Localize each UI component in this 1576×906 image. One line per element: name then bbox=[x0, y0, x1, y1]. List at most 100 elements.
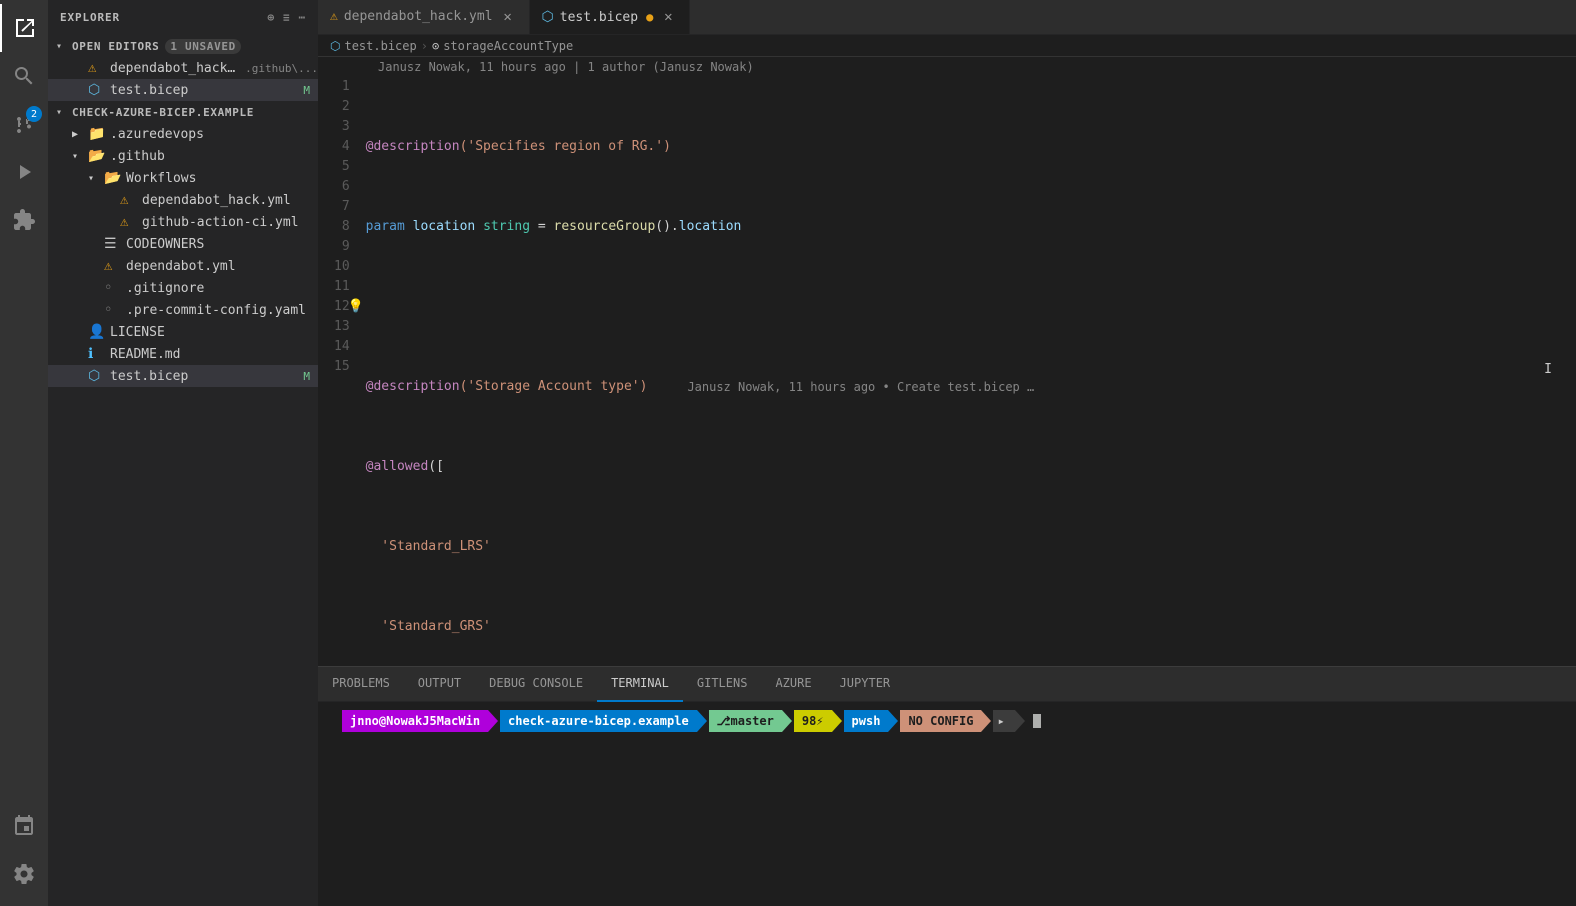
dependabot-label: dependabot.yml bbox=[126, 259, 236, 274]
code-container: 1 2 3 4 5 6 7 8 9 10 11 12 13 14 15 bbox=[318, 77, 1576, 666]
workflows-folder[interactable]: ▾ 📂 Workflows bbox=[48, 167, 318, 189]
tab-testbicep-label: test.bicep bbox=[560, 10, 638, 25]
close-dependabot-tab[interactable]: ✕ bbox=[499, 8, 517, 26]
license-file[interactable]: 👤 LICENSE bbox=[48, 321, 318, 343]
bicep-file-icon-small: ⬡ bbox=[88, 82, 106, 98]
prompt-num: 98⚡ bbox=[794, 710, 832, 732]
editor-content[interactable]: Janusz Nowak, 11 hours ago | 1 author (J… bbox=[318, 57, 1576, 666]
code-line-6: 'Standard_LRS' bbox=[366, 537, 1576, 557]
github-action-file[interactable]: ⚠ github-action-ci.yml bbox=[48, 211, 318, 233]
breadcrumb-symbol[interactable]: storageAccountType bbox=[443, 39, 573, 53]
tab-dependabot[interactable]: ⚠ dependabot_hack.yml ✕ bbox=[318, 0, 530, 34]
check-azure-arrow: ▾ bbox=[56, 107, 72, 118]
terminal-content[interactable]: jnno@NowakJ5MacWin check-azure-bicep.exa… bbox=[318, 702, 1576, 906]
gitignore-label: .gitignore bbox=[126, 281, 204, 296]
code-line-7: 'Standard_GRS' bbox=[366, 617, 1576, 637]
explorer-activity-icon[interactable] bbox=[0, 4, 48, 52]
folder-icon-workflows: 📂 bbox=[104, 170, 122, 186]
azuredevops-folder[interactable]: ▶ 📁 .azuredevops bbox=[48, 123, 318, 145]
prompt-dir: check-azure-bicep.example bbox=[500, 710, 697, 732]
testbicep-label: test.bicep bbox=[110, 369, 188, 384]
new-file-icon[interactable]: ⊕ bbox=[267, 11, 275, 24]
tab-gitlens[interactable]: GITLENS bbox=[683, 667, 762, 702]
terminal-prompt: jnno@NowakJ5MacWin check-azure-bicep.exa… bbox=[330, 710, 1564, 732]
tab-jupyter[interactable]: JUPYTER bbox=[826, 667, 905, 702]
prompt-user: jnno@NowakJ5MacWin bbox=[342, 710, 488, 732]
workflows-label: Workflows bbox=[126, 171, 196, 186]
open-editors-badge: 1 unsaved bbox=[165, 39, 241, 54]
panel-tabs: PROBLEMS OUTPUT DEBUG CONSOLE TERMINAL G… bbox=[318, 667, 1576, 702]
tab-dependabot-label: dependabot_hack.yml bbox=[344, 9, 493, 24]
more-icon[interactable]: ⋯ bbox=[298, 11, 306, 24]
tab-warning-icon: ⚠ bbox=[330, 9, 338, 24]
dependabot-file[interactable]: ⚠ dependabot.yml bbox=[48, 255, 318, 277]
source-control-badge: 2 bbox=[26, 106, 42, 122]
remote-activity-icon[interactable] bbox=[0, 802, 48, 850]
codeowners-file[interactable]: ☰ CODEOWNERS bbox=[48, 233, 318, 255]
tab-problems[interactable]: PROBLEMS bbox=[318, 667, 404, 702]
settings-activity-icon[interactable] bbox=[0, 850, 48, 898]
open-editors-label: Open Editors bbox=[72, 40, 159, 53]
prompt-noconfig: NO CONFIG bbox=[900, 710, 981, 732]
github-folder[interactable]: ▾ 📂 .github bbox=[48, 145, 318, 167]
modified-indicator: ● bbox=[646, 10, 653, 24]
terminal-cursor bbox=[1033, 714, 1041, 728]
code-line-4: @description('Storage Account type')Janu… bbox=[366, 377, 1576, 397]
prompt-end: ▸ bbox=[993, 710, 1015, 732]
lightbulb-icon[interactable]: 💡 bbox=[348, 297, 364, 317]
github-arrow: ▾ bbox=[72, 151, 88, 162]
git-icon: ◦ bbox=[104, 280, 122, 296]
open-editor-testbicep-label: test.bicep bbox=[110, 83, 188, 98]
azuredevops-arrow: ▶ bbox=[72, 129, 88, 140]
readme-file[interactable]: ℹ README.md bbox=[48, 343, 318, 365]
tab-testbicep[interactable]: ⬡ test.bicep ● ✕ bbox=[530, 0, 691, 34]
line-numbers: 1 2 3 4 5 6 7 8 9 10 11 12 13 14 15 bbox=[318, 77, 362, 666]
source-control-activity-icon[interactable]: 2 bbox=[0, 100, 48, 148]
modified-badge-small: M bbox=[303, 84, 310, 97]
check-azure-label: CHECK-AZURE-BICEP.EXAMPLE bbox=[72, 106, 254, 119]
code-line-5: @allowed([ bbox=[366, 457, 1576, 477]
extensions-activity-icon[interactable] bbox=[0, 196, 48, 244]
check-azure-section[interactable]: ▾ CHECK-AZURE-BICEP.EXAMPLE bbox=[48, 101, 318, 123]
search-activity-icon[interactable] bbox=[0, 52, 48, 100]
collapse-icon[interactable]: ≡ bbox=[283, 11, 291, 24]
tab-output[interactable]: OUTPUT bbox=[404, 667, 475, 702]
warning-icon-action: ⚠ bbox=[120, 214, 138, 230]
readme-label: README.md bbox=[110, 347, 180, 362]
testbicep-file[interactable]: ⬡ test.bicep M bbox=[48, 365, 318, 387]
activity-bar: 2 bbox=[0, 0, 48, 906]
config-icon: ◦ bbox=[104, 302, 122, 318]
open-editor-dependabot[interactable]: ⚠ dependabot_hack.yml .github\... bbox=[48, 57, 318, 79]
open-editor-dependabot-label: dependabot_hack.yml bbox=[110, 61, 241, 76]
modified-badge: M bbox=[303, 370, 310, 383]
open-editor-path: .github\... bbox=[245, 62, 318, 75]
folder-icon-github: 📂 bbox=[88, 148, 106, 164]
precommit-file[interactable]: ◦ .pre-commit-config.yaml bbox=[48, 299, 318, 321]
prompt-pwsh: pwsh bbox=[844, 710, 889, 732]
prompt-branch: ⎇master bbox=[709, 710, 782, 732]
tab-terminal[interactable]: TERMINAL bbox=[597, 667, 683, 702]
dependabot-hack-label: dependabot_hack.yml bbox=[142, 193, 291, 208]
open-editors-section[interactable]: ▾ Open Editors 1 unsaved bbox=[48, 35, 318, 57]
tab-debug-console[interactable]: DEBUG CONSOLE bbox=[475, 667, 597, 702]
tab-bar: ⚠ dependabot_hack.yml ✕ ⬡ test.bicep ● ✕ bbox=[318, 0, 1576, 35]
run-activity-icon[interactable] bbox=[0, 148, 48, 196]
codeowners-label: CODEOWNERS bbox=[126, 237, 204, 252]
breadcrumb-symbol-icon: ⊙ bbox=[432, 39, 439, 53]
open-editor-testbicep[interactable]: ⬡ test.bicep M bbox=[48, 79, 318, 101]
main-area: ⚠ dependabot_hack.yml ✕ ⬡ test.bicep ● ✕… bbox=[318, 0, 1576, 906]
code-lines: @description('Specifies region of RG.') … bbox=[362, 77, 1576, 666]
breadcrumb-file[interactable]: test.bicep bbox=[344, 39, 416, 53]
bicep-tab-icon: ⬡ bbox=[542, 9, 554, 25]
github-action-label: github-action-ci.yml bbox=[142, 215, 299, 230]
person-icon: 👤 bbox=[88, 324, 106, 340]
code-line-3: 💡 bbox=[366, 297, 1576, 317]
close-testbicep-tab[interactable]: ✕ bbox=[659, 8, 677, 26]
dependabot-hack-file[interactable]: ⚠ dependabot_hack.yml bbox=[48, 189, 318, 211]
folder-icon-azure: 📁 bbox=[88, 126, 106, 142]
license-label: LICENSE bbox=[110, 325, 165, 340]
tab-azure[interactable]: AZURE bbox=[761, 667, 825, 702]
sidebar: Explorer ⊕ ≡ ⋯ ▾ Open Editors 1 unsaved … bbox=[48, 0, 318, 906]
bicep-icon: ⬡ bbox=[88, 368, 106, 384]
gitignore-file[interactable]: ◦ .gitignore bbox=[48, 277, 318, 299]
